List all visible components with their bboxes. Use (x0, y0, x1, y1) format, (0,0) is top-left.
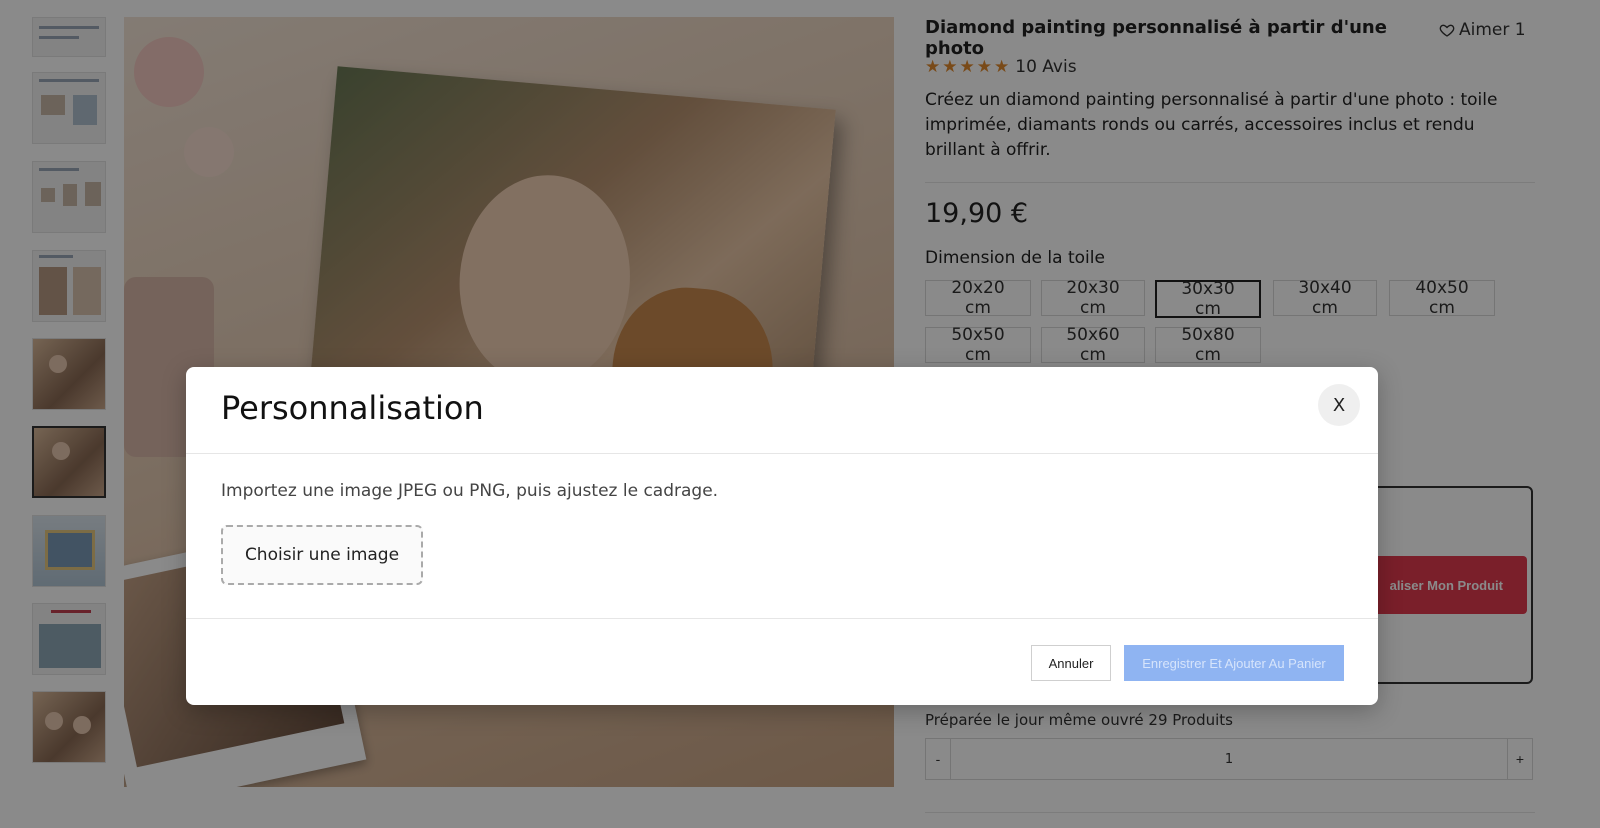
modal-footer: Annuler Enregistrer Et Ajouter Au Panier (186, 618, 1378, 705)
upload-hint: Importez une image JPEG ou PNG, puis aju… (221, 481, 719, 501)
cancel-button[interactable]: Annuler (1031, 645, 1111, 681)
choose-image-button[interactable]: Choisir une image (221, 525, 423, 585)
modal-body: Importez une image JPEG ou PNG, puis aju… (186, 455, 1378, 618)
personalization-modal: Personnalisation X Importez une image JP… (186, 367, 1378, 705)
modal-title: Personnalisation (221, 389, 484, 427)
save-add-to-cart-button[interactable]: Enregistrer Et Ajouter Au Panier (1124, 645, 1344, 681)
modal-header: Personnalisation X (186, 367, 1378, 454)
close-button[interactable]: X (1318, 384, 1360, 426)
